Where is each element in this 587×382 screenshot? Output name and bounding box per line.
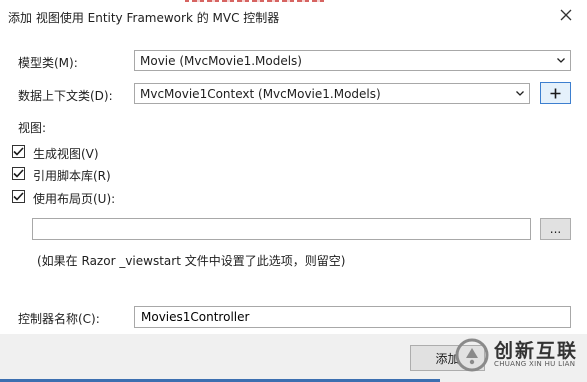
model-class-label: 模型类(M): — [18, 56, 78, 70]
use-layout-label: 使用布局页(U): — [33, 192, 116, 206]
layout-hint-text: (如果在 Razor _viewstart 文件中设置了此选项，则留空) — [37, 254, 346, 268]
background-window-strip — [185, 0, 325, 5]
generate-views-checkbox[interactable] — [12, 145, 25, 158]
checkmark-icon — [13, 169, 24, 178]
data-context-dropdown[interactable]: MvcMovie1Context (MvcMovie1.Models) — [134, 83, 530, 104]
close-button[interactable] — [553, 4, 579, 28]
plus-icon — [550, 88, 561, 98]
brand-logo-icon — [455, 338, 489, 372]
checkmark-icon — [13, 192, 24, 201]
views-section-label: 视图: — [18, 121, 47, 135]
add-data-context-button[interactable] — [540, 82, 571, 104]
generate-views-label: 生成视图(V) — [33, 147, 99, 161]
checkmark-icon — [13, 147, 24, 156]
use-layout-checkbox[interactable] — [12, 190, 25, 203]
data-context-value: MvcMovie1Context (MvcMovie1.Models) — [140, 86, 381, 101]
model-class-dropdown[interactable]: Movie (MvcMovie1.Models) — [134, 50, 571, 71]
model-class-value: Movie (MvcMovie1.Models) — [140, 53, 302, 68]
watermark-logo: 创新互联 CHUANG XIN HU LIAN — [455, 335, 587, 375]
chevron-down-icon — [552, 58, 570, 63]
close-icon — [560, 9, 572, 21]
watermark-subtext: CHUANG XIN HU LIAN — [494, 360, 576, 368]
controller-name-input[interactable] — [134, 306, 571, 328]
chevron-down-icon — [511, 91, 529, 96]
browse-layout-button[interactable]: ... — [540, 218, 571, 240]
data-context-label: 数据上下文类(D): — [18, 89, 113, 103]
reference-scripts-label: 引用脚本库(R) — [33, 169, 111, 183]
watermark-text: 创新互联 — [494, 340, 579, 362]
layout-page-input[interactable] — [32, 218, 531, 240]
dialog-title: 添加 视图使用 Entity Framework 的 MVC 控制器 — [8, 11, 280, 25]
reference-scripts-checkbox[interactable] — [12, 167, 25, 180]
controller-name-label: 控制器名称(C): — [18, 312, 100, 326]
